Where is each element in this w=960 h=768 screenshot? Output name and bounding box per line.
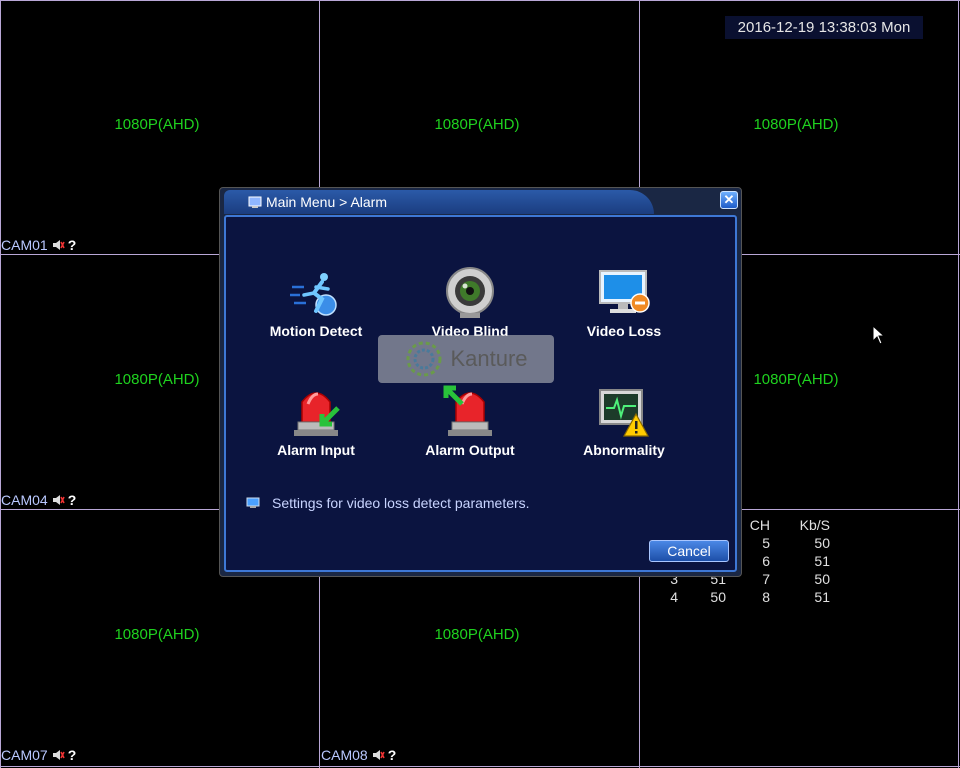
hint-text: Settings for video loss detect parameter… <box>272 495 530 511</box>
cam03-resolution: 1080P(AHD) <box>753 116 839 133</box>
cam04-label: CAM04 ? <box>1 492 76 508</box>
kanture-logo-icon <box>406 341 442 377</box>
menu-item-video-loss[interactable]: Video Loss <box>559 265 689 339</box>
bitrate-header-kbs: Kb/S <box>799 517 830 533</box>
grid-border-left <box>0 0 1 768</box>
cancel-button[interactable]: Cancel <box>649 540 729 562</box>
cam07-resolution: 1080P(AHD) <box>114 626 200 643</box>
cam01-label: CAM01 ? <box>1 237 76 253</box>
cam02-resolution: 1080P(AHD) <box>434 116 520 133</box>
bitrate-cell: 4 <box>670 589 678 605</box>
cam07-name: CAM07 <box>1 747 48 763</box>
cam07-label: CAM07 ? <box>1 747 76 763</box>
watermark-text: Kanture <box>450 346 528 371</box>
mouse-cursor-icon <box>872 325 886 345</box>
bitrate-cell: 51 <box>814 589 830 605</box>
bitrate-cell: 50 <box>710 589 726 605</box>
dialog-titlebar: Main Menu > Alarm <box>224 190 654 214</box>
unknown-status-icon: ? <box>67 747 77 763</box>
menu-item-abnormality[interactable]: Abnormality <box>559 384 689 458</box>
menu-item-alarm-input[interactable]: Alarm Input <box>251 384 381 458</box>
grid-border-top <box>0 0 960 1</box>
cam08-label: CAM08 ? <box>321 747 396 763</box>
grid-border-right <box>958 0 959 768</box>
menu-item-motion-detect[interactable]: Motion Detect <box>251 265 381 339</box>
audio-muted-icon <box>52 750 65 760</box>
bitrate-cell: 50 <box>814 571 830 587</box>
watermark-logo: Kanture <box>378 335 554 383</box>
cam08-name: CAM08 <box>321 747 368 763</box>
unknown-status-icon: ? <box>387 747 397 763</box>
cam01-name: CAM01 <box>1 237 48 253</box>
alarm-input-icon <box>294 392 340 436</box>
info-monitor-icon <box>246 497 260 508</box>
dialog-title: Main Menu > Alarm <box>266 194 387 210</box>
video-loss-icon <box>599 270 650 313</box>
alarm-output-icon <box>443 385 492 436</box>
datetime-display: 2016-12-19 13:38:03 Mon <box>725 16 923 39</box>
help-hint: Settings for video loss detect parameter… <box>246 495 530 511</box>
menu-item-video-blind[interactable]: Video Blind <box>405 265 535 339</box>
audio-muted-icon <box>52 240 65 250</box>
bitrate-cell: 8 <box>762 589 770 605</box>
unknown-status-icon: ? <box>67 237 77 253</box>
audio-muted-icon <box>372 750 385 760</box>
cam08-resolution: 1080P(AHD) <box>434 626 520 643</box>
bitrate-cell: 51 <box>814 553 830 569</box>
cam04-name: CAM04 <box>1 492 48 508</box>
menu-item-alarm-output[interactable]: Alarm Output <box>405 384 535 458</box>
cam01-resolution: 1080P(AHD) <box>114 116 200 133</box>
abnormality-icon <box>599 389 650 437</box>
menu-item-label: Abnormality <box>583 442 665 458</box>
bitrate-row: 4 50 8 51 <box>640 588 840 606</box>
alarm-menu-dialog: Main Menu > Alarm ✕ Motion Detect Video … <box>219 187 742 577</box>
grid-border-bottom <box>0 766 960 767</box>
dialog-body: Motion Detect Video Blind Video Loss Ala… <box>224 215 737 572</box>
motion-detect-icon <box>290 273 337 316</box>
audio-muted-icon <box>52 495 65 505</box>
menu-item-label: Alarm Output <box>425 442 515 458</box>
menu-item-label: Alarm Input <box>277 442 355 458</box>
menu-icon <box>248 196 262 208</box>
video-blind-icon <box>446 267 494 318</box>
bitrate-cell: 50 <box>814 535 830 551</box>
menu-item-label: Video Loss <box>586 323 662 339</box>
unknown-status-icon: ? <box>67 492 77 508</box>
menu-item-label: Motion Detect <box>269 323 363 339</box>
close-button[interactable]: ✕ <box>720 191 738 209</box>
